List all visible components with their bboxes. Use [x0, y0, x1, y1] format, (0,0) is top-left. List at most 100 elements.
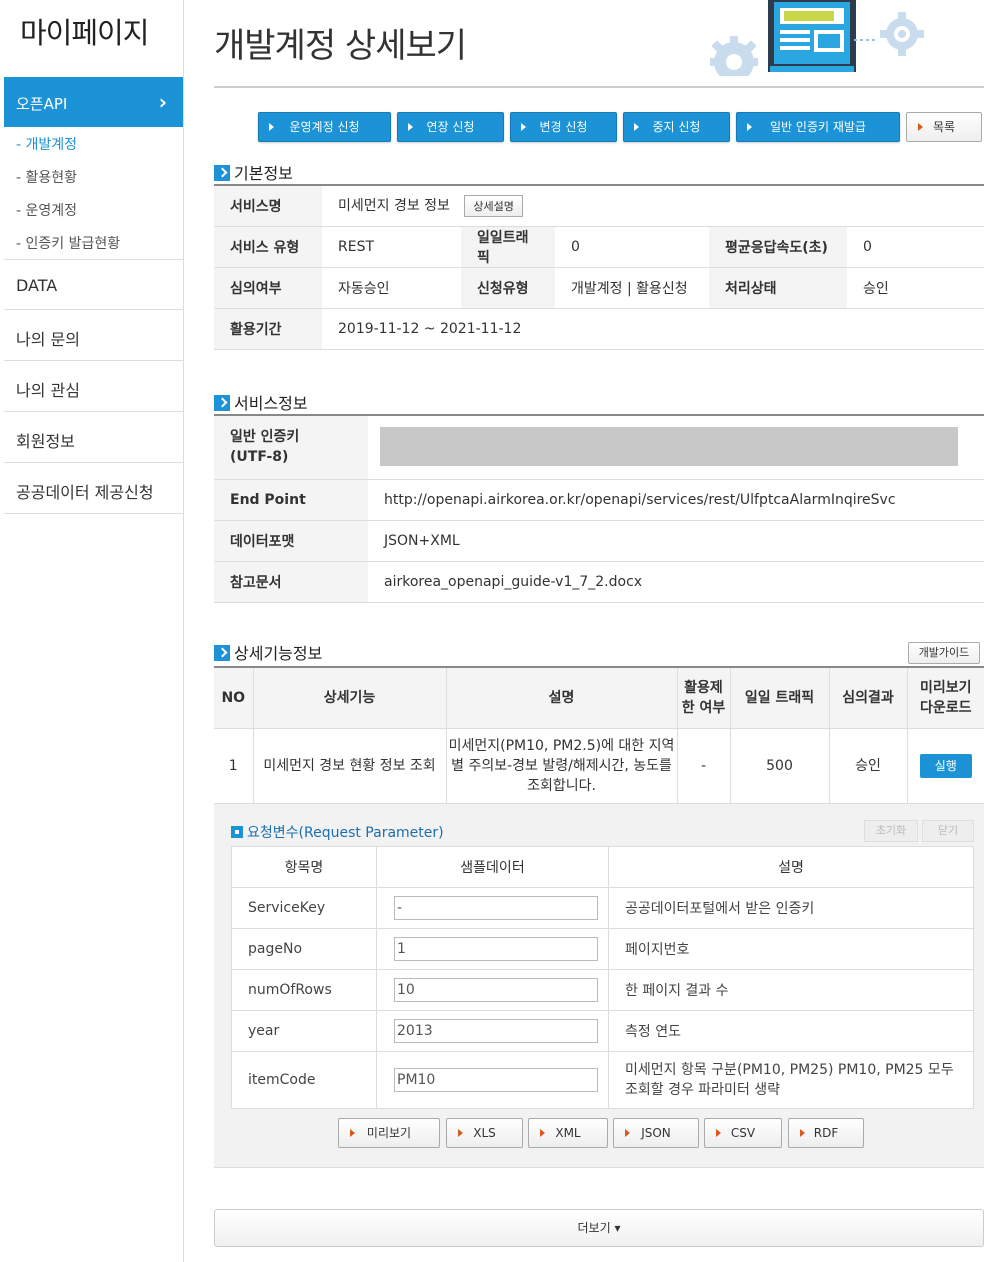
sidebar-sub-operation-account[interactable]: - 운영계정 [16, 200, 77, 220]
preview-button[interactable]: 미리보기 [338, 1118, 440, 1148]
sidebar-sub-usage[interactable]: - 활용현황 [16, 167, 77, 187]
xml-button[interactable]: XML [528, 1118, 608, 1148]
col-function: 상세기능 [252, 667, 447, 729]
play-arrow-icon [625, 1129, 630, 1137]
sidebar-item-data-request[interactable]: 공공데이터 제공신청 [4, 463, 183, 514]
table-row: year 측정 연도 [231, 1010, 974, 1052]
period-label: 활용기간 [214, 308, 322, 350]
header-illustration [710, 0, 924, 76]
reset-button[interactable]: 초기화 [864, 820, 918, 842]
sidebar-sub-key-issue[interactable]: - 인증키 발급현황 [16, 233, 120, 253]
json-button[interactable]: JSON [613, 1118, 699, 1148]
apply-type-value: 개발계정 | 활용신청 [555, 267, 709, 309]
col-description: 설명 [445, 667, 678, 729]
col-limit: 활용제 한 여부 [676, 667, 731, 729]
param-desc: 한 페이지 결과 수 [608, 969, 974, 1011]
col-result: 심의결과 [828, 667, 908, 729]
service-type-value: REST [322, 226, 461, 268]
chevron-right-icon [214, 645, 230, 661]
redacted-key-mask [380, 427, 958, 466]
request-parameter-title: 요청변수(Request Parameter) [231, 822, 444, 842]
more-button[interactable]: 더보기 ▾ [214, 1209, 984, 1247]
endpoint-label: End Point [214, 479, 368, 521]
play-arrow-icon [269, 123, 274, 131]
dev-guide-button[interactable]: 개발가이드 [908, 642, 980, 664]
play-arrow-icon [716, 1129, 721, 1137]
avg-response-value: 0 [847, 226, 984, 268]
endpoint-value: http://openapi.airkorea.or.kr/openapi/se… [368, 479, 984, 521]
status-label: 처리상태 [709, 267, 847, 309]
play-arrow-icon [408, 123, 413, 131]
apply-operation-button[interactable]: 운영계정 신청 [258, 112, 391, 142]
list-button[interactable]: 목록 [906, 112, 982, 142]
col-preview: 미리보기 다운로드 [906, 667, 984, 729]
row-limit: - [676, 727, 731, 804]
service-name-label: 서비스명 [214, 185, 322, 227]
table-row: itemCode 미세먼지 항목 구분(PM10, PM25) PM10, PM… [231, 1051, 974, 1109]
param-desc: 페이지번호 [608, 928, 974, 970]
play-arrow-icon [747, 123, 752, 131]
row-function: 미세먼지 경보 현황 정보 조회 [252, 727, 447, 804]
param-desc: 미세먼지 항목 구분(PM10, PM25) PM10, PM25 모두 조회할… [608, 1051, 974, 1109]
sidebar-item-data[interactable]: DATA [4, 259, 183, 310]
sidebar-item-my-inquiry[interactable]: 나의 문의 [4, 310, 183, 361]
monitor-icon [768, 0, 856, 72]
play-arrow-icon [634, 123, 639, 131]
service-name-cell: 미세먼지 경보 정보 상세설명 [322, 185, 984, 227]
row-preview: 실행 [906, 727, 984, 804]
title-divider [214, 86, 984, 88]
play-arrow-icon [800, 1129, 805, 1137]
xls-button[interactable]: XLS [446, 1118, 523, 1148]
sidebar-item-my-interest[interactable]: 나의 관심 [4, 361, 183, 412]
data-format-label: 데이터포맷 [214, 520, 368, 562]
close-button[interactable]: 닫기 [922, 820, 974, 842]
col-traffic: 일일 트래픽 [729, 667, 830, 729]
extend-request-button[interactable]: 연장 신청 [397, 112, 504, 142]
request-parameter-panel: 요청변수(Request Parameter) 초기화 닫기 항목명 샘플데이터… [214, 804, 984, 1168]
table-row: 1 미세먼지 경보 현황 정보 조회 미세먼지(PM10, PM2.5)에 대한… [214, 727, 984, 804]
row-result: 승인 [828, 727, 908, 804]
reissue-key-button[interactable]: 일반 인증키 재발급 [736, 112, 900, 142]
section-title-basic: 기본정보 [214, 160, 293, 184]
col-param-name: 항목명 [231, 846, 377, 888]
play-arrow-icon [350, 1129, 355, 1137]
sidebar-item-label: 오픈API [16, 95, 68, 113]
play-arrow-icon [540, 1129, 545, 1137]
sidebar-sub-dev-account[interactable]: - 개발계정 [16, 134, 77, 154]
row-description: 미세먼지(PM10, PM2.5)에 대한 지역 별 주의보-경보 발령/해제시… [445, 727, 678, 804]
stop-request-button[interactable]: 중지 신청 [623, 112, 730, 142]
page-no-input[interactable] [394, 937, 598, 961]
run-button[interactable]: 실행 [919, 753, 972, 778]
section-title-functions: 상세기능정보 [214, 640, 322, 664]
function-table: NO 상세기능 설명 활용제 한 여부 일일 트래픽 심의결과 미리보기 다운로… [214, 666, 984, 804]
param-name: numOfRows [231, 969, 377, 1011]
sidebar-item-member-info[interactable]: 회원정보 [4, 412, 183, 463]
data-format-value: JSON+XML [368, 520, 984, 562]
param-desc: 측정 연도 [608, 1010, 974, 1052]
section-title-service: 서비스정보 [214, 390, 308, 414]
detail-description-button[interactable]: 상세설명 [464, 194, 523, 217]
auth-key-label: 일반 인증키 (UTF-8) [214, 415, 368, 480]
sidebar-item-open-api[interactable]: 오픈API › [4, 77, 183, 127]
csv-button[interactable]: CSV [704, 1118, 782, 1148]
chevron-right-icon [214, 395, 230, 411]
item-code-input[interactable] [394, 1068, 598, 1092]
service-name-value: 미세먼지 경보 정보 [338, 197, 450, 214]
review-label: 심의여부 [214, 267, 322, 309]
year-input[interactable] [394, 1019, 598, 1043]
parameter-table: 항목명 샘플데이터 설명 ServiceKey 공공데이터포털에서 받은 인증키… [231, 846, 974, 1109]
col-no: NO [214, 667, 254, 729]
reference-doc-link[interactable]: airkorea_openapi_guide-v1_7_2.docx [368, 561, 984, 603]
chevron-right-icon: › [158, 90, 167, 114]
change-request-button[interactable]: 변경 신청 [510, 112, 617, 142]
table-row: numOfRows 한 페이지 결과 수 [231, 969, 974, 1011]
sidebar-title: 마이페이지 [20, 16, 149, 50]
apply-type-label: 신청유형 [461, 267, 555, 309]
num-of-rows-input[interactable] [394, 978, 598, 1002]
chevron-right-icon [214, 165, 230, 181]
play-arrow-icon [918, 123, 923, 131]
rdf-button[interactable]: RDF [788, 1118, 864, 1148]
service-key-input[interactable] [394, 896, 598, 920]
param-name: itemCode [231, 1051, 377, 1109]
period-value: 2019-11-12 ~ 2021-11-12 [322, 308, 984, 350]
